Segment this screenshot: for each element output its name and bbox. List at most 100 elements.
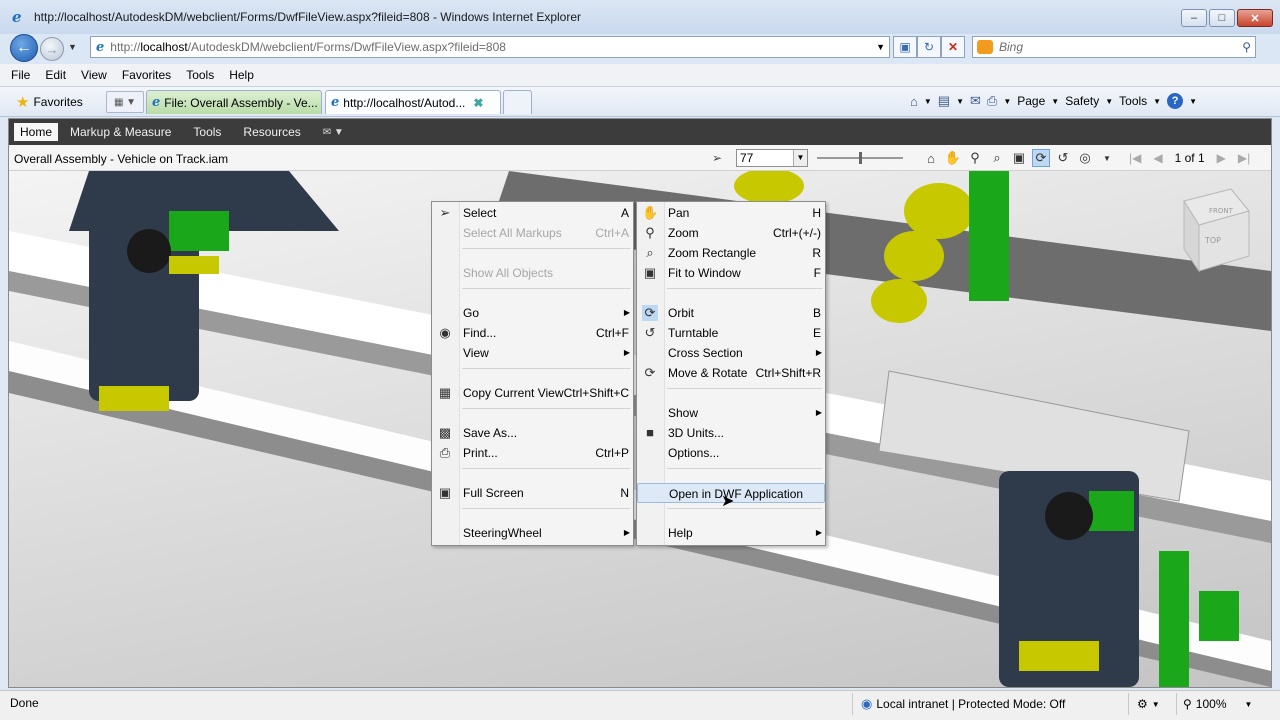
menu-item-go[interactable]: Go ▶ [432, 303, 633, 323]
steering-wheel-icon[interactable]: ◎ [1076, 149, 1094, 167]
zoom-slider[interactable] [817, 152, 903, 164]
prev-page-icon[interactable]: ◀ [1153, 151, 1162, 165]
tab-home[interactable]: Home [14, 123, 59, 141]
compatibility-view-icon[interactable]: ▣ [893, 36, 917, 58]
menu-item-orbit[interactable]: ⟳ Orbit B [637, 303, 825, 323]
tab-overall-assembly[interactable]: e File: Overall Assembly - Ve... [146, 90, 322, 114]
zoom-tool-icon[interactable]: ⚲ [966, 149, 984, 167]
search-input[interactable]: Bing [999, 40, 1023, 54]
menu-help[interactable]: Help [229, 68, 254, 82]
tools-menu[interactable]: Tools [1119, 94, 1147, 108]
tab-resources[interactable]: Resources [243, 125, 300, 139]
menu-edit[interactable]: Edit [45, 68, 66, 82]
page-dropdown-icon[interactable]: ▼ [1051, 97, 1059, 106]
back-button[interactable]: ← [10, 34, 38, 62]
intranet-icon: ◉ [861, 696, 873, 711]
protected-mode-menu[interactable]: ⚙ ▼ [1128, 693, 1160, 715]
zoom-slider-thumb[interactable] [859, 152, 862, 164]
next-page-icon[interactable]: ▶ [1217, 151, 1226, 165]
feeds-icon[interactable]: ▤ [938, 93, 950, 109]
menu-item-view[interactable]: View ▶ [432, 343, 633, 363]
address-buttons: ▣ ↻ ✕ [893, 36, 965, 58]
forward-button[interactable]: → [40, 37, 64, 61]
more-tools-dropdown-icon[interactable]: ▼ [1098, 149, 1116, 167]
favorites-button[interactable]: ★ Favorites [16, 93, 83, 111]
refresh-icon[interactable]: ↻ [917, 36, 941, 58]
menu-file[interactable]: File [11, 68, 30, 82]
status-text: Done [10, 696, 39, 710]
fit-window-tool-icon[interactable]: ▣ [1010, 149, 1028, 167]
home-view-icon[interactable]: ⌂ [922, 149, 940, 167]
home-icon[interactable]: ⌂ [910, 94, 918, 109]
close-icon[interactable]: ✕ [1237, 9, 1273, 27]
select-cursor-icon[interactable]: ➢ [712, 151, 722, 165]
zoom-dropdown-icon[interactable]: ▼ [793, 150, 807, 166]
safety-menu[interactable]: Safety [1065, 94, 1099, 108]
menu-item-cross-section[interactable]: Cross Section ▶ [637, 343, 825, 363]
menu-item-steeringwheel[interactable]: SteeringWheel ▶ [432, 523, 633, 543]
title-bar: e http://localhost/AutodeskDM/webclient/… [0, 0, 1280, 34]
turntable-tool-icon[interactable]: ↺ [1054, 149, 1072, 167]
pan-tool-icon[interactable]: ✋ [944, 149, 962, 167]
page-menu[interactable]: Page [1017, 94, 1045, 108]
menu-item-full-screen[interactable]: ▣ Full Screen N [432, 483, 633, 503]
tab-markup-measure[interactable]: Markup & Measure [70, 125, 171, 139]
close-tab-icon[interactable]: ✖ [473, 96, 483, 110]
menu-tools[interactable]: Tools [186, 68, 214, 82]
print-icon[interactable]: ⎙ [987, 93, 997, 109]
menu-item-options[interactable]: Options... [637, 443, 825, 463]
model-canvas[interactable]: FRONT TOP ➢ Select A Select All Markups … [9, 171, 1271, 687]
menu-item-print[interactable]: ⎙ Print... Ctrl+P [432, 443, 633, 463]
quick-tabs-button[interactable]: ▦ ▼ [106, 91, 144, 113]
search-box[interactable]: Bing ⚲ [972, 36, 1256, 58]
menu-item-fit-to-window[interactable]: ▣ Fit to Window F [637, 263, 825, 283]
help-dropdown-icon[interactable]: ▼ [1189, 97, 1197, 106]
ribbon-options-icon[interactable]: ✉ ▼ [323, 127, 344, 138]
left-wheel [127, 229, 171, 273]
mail-icon[interactable]: ✉ [970, 93, 981, 109]
address-bar[interactable]: e http://localhost/AutodeskDM/webclient/… [90, 36, 890, 58]
help-icon[interactable]: ? [1167, 93, 1184, 109]
menu-item-move-rotate[interactable]: ⟳ Move & Rotate Ctrl+Shift+R [637, 363, 825, 383]
new-tab-button[interactable] [503, 90, 532, 114]
save-icon: ▩ [438, 425, 452, 440]
left-motor [169, 211, 229, 251]
feeds-dropdown-icon[interactable]: ▼ [956, 97, 964, 106]
safety-dropdown-icon[interactable]: ▼ [1105, 97, 1113, 106]
printer-icon: ⎙ [439, 445, 451, 460]
tab-tools[interactable]: Tools [193, 125, 221, 139]
stop-icon[interactable]: ✕ [941, 36, 965, 58]
last-page-icon[interactable]: ▶| [1238, 151, 1250, 165]
menu-view[interactable]: View [81, 68, 107, 82]
first-page-icon[interactable]: |◀ [1129, 151, 1141, 165]
orbit-tool-icon[interactable]: ⟳ [1032, 149, 1050, 167]
menu-item-find[interactable]: ◉ Find... Ctrl+F [432, 323, 633, 343]
home-dropdown-icon[interactable]: ▼ [924, 97, 932, 106]
security-zone[interactable]: ◉ Local intranet | Protected Mode: Off [852, 693, 1065, 715]
menu-item-zoom-rectangle[interactable]: ⌕ Zoom Rectangle R [637, 243, 825, 263]
status-bar: Done ◉ Local intranet | Protected Mode: … [0, 690, 1280, 720]
menu-item-turntable[interactable]: ↺ Turntable E [637, 323, 825, 343]
menu-item-select[interactable]: ➢ Select A [432, 203, 633, 223]
menu-item-save-as[interactable]: ▩ Save As... [432, 423, 633, 443]
menu-item-copy-current-view[interactable]: ▦ Copy Current View Ctrl+Shift+C [432, 383, 633, 403]
zoom-level-menu[interactable]: ⚲ 100% ▼ [1176, 693, 1252, 715]
address-dropdown-icon[interactable]: ▼ [876, 42, 885, 52]
search-icon[interactable]: ⚲ [1242, 40, 1251, 54]
menu-favorites[interactable]: Favorites [122, 68, 171, 82]
maximize-icon[interactable]: □ [1209, 9, 1235, 27]
menu-item-help[interactable]: Help ▶ [637, 523, 825, 543]
menu-item-pan[interactable]: ✋ Pan H [637, 203, 825, 223]
recent-pages-dropdown-icon[interactable]: ▼ [68, 42, 77, 52]
print-dropdown-icon[interactable]: ▼ [1003, 97, 1011, 106]
zoom-rectangle-tool-icon[interactable]: ⌕ [988, 149, 1006, 167]
tab-localhost[interactable]: e http://localhost/Autod... ✖ [325, 90, 501, 114]
address-url[interactable]: http://localhost/AutodeskDM/webclient/Fo… [110, 40, 506, 54]
tools-dropdown-icon[interactable]: ▼ [1153, 97, 1161, 106]
menu-item-zoom[interactable]: ⚲ Zoom Ctrl+(+/-) [637, 223, 825, 243]
menu-item-3d-units[interactable]: ■ 3D Units... [637, 423, 825, 443]
zoom-percent-select[interactable]: 77 ▼ [736, 149, 808, 167]
zoom-icon: ⚲ [645, 225, 655, 240]
minimize-icon[interactable]: – [1181, 9, 1207, 27]
menu-item-show[interactable]: Show ▶ [637, 403, 825, 423]
